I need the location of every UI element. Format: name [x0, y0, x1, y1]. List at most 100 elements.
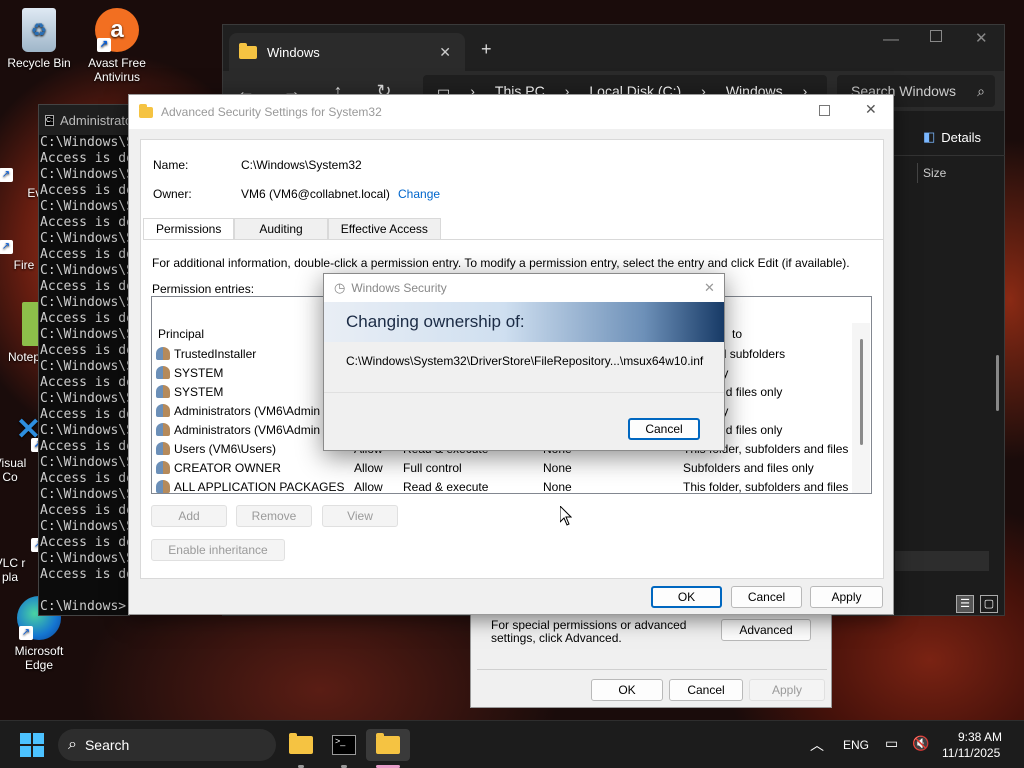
desktop-icon-avast[interactable]: a ↗ Avast Free Antivirus — [78, 8, 156, 84]
close-window-button[interactable]: ✕ — [975, 29, 988, 47]
user-group-icon — [156, 404, 170, 417]
enable-inheritance-button[interactable]: Enable inheritance — [151, 539, 285, 561]
taskbar-terminal[interactable]: >_ — [328, 729, 360, 761]
close-window-button[interactable]: ✕ — [865, 101, 877, 118]
user-group-icon — [156, 461, 170, 474]
horizontal-scrollbar[interactable] — [895, 551, 989, 571]
type-cell: Allow — [354, 461, 383, 475]
tabs-divider — [143, 239, 883, 240]
close-window-button[interactable]: ✕ — [704, 280, 715, 296]
principal-cell: TrustedInstaller — [174, 347, 257, 361]
command-prompt-window[interactable]: C: Administrator: Command Prompt C:\Wind… — [38, 104, 130, 616]
explorer-tab-windows[interactable]: Windows ✕ — [229, 33, 465, 71]
wsec-title: Windows Security — [351, 281, 447, 295]
tab-permissions[interactable]: Permissions — [143, 218, 235, 240]
wsec-heading: Changing ownership of: — [324, 302, 724, 342]
props-cancel-button[interactable]: Cancel — [669, 679, 743, 701]
owner-label: Owner: — [153, 187, 192, 201]
close-tab-icon[interactable]: ✕ — [439, 44, 451, 61]
tab-auditing[interactable]: Auditing — [234, 218, 328, 240]
adv-apply-button[interactable]: Apply — [810, 586, 883, 608]
owner-value: VM6 (VM6@collabnet.local) — [241, 187, 390, 201]
details-view-icon[interactable]: ☰ — [956, 595, 974, 613]
wsec-cancel-button[interactable]: Cancel — [628, 418, 700, 440]
column-header-principal[interactable]: Principal — [158, 327, 204, 341]
user-group-icon — [156, 347, 170, 360]
adv-tabs: Permissions Auditing Effective Access — [143, 218, 441, 240]
file-explorer-icon — [289, 733, 313, 754]
vertical-scrollbar[interactable] — [996, 355, 999, 411]
mouse-cursor-icon — [559, 504, 573, 529]
start-button[interactable] — [16, 729, 48, 761]
applies-to-cell: This folder, subfolders and files — [683, 480, 849, 494]
props-apply-button[interactable]: Apply — [749, 679, 825, 701]
user-group-icon — [156, 423, 170, 436]
principal-cell: SYSTEM — [174, 385, 224, 399]
name-label: Name: — [153, 158, 189, 172]
permission-entry-row[interactable]: CREATOR OWNER Allow Full control None Subfol… — [152, 459, 852, 478]
search-icon: ⌕ — [977, 82, 985, 99]
folder-icon — [239, 42, 257, 59]
vscode-icon: ✕↗ — [0, 408, 45, 452]
add-button[interactable]: Add — [151, 505, 227, 527]
permission-entry-row[interactable]: ALL APPLICATION PACKAGES Allow Read & exec… — [152, 478, 852, 494]
view-button[interactable]: View — [322, 505, 398, 527]
adv-cancel-button[interactable]: Cancel — [731, 586, 802, 608]
network-icon[interactable]: ▭ — [885, 735, 898, 752]
firefox-icon: ↗ — [0, 210, 41, 254]
toolbar-divider — [893, 155, 1005, 156]
column-header-applies-to[interactable]: to — [732, 327, 742, 341]
wsec-path: C:\Windows\System32\DriverStore\FileRepo… — [346, 354, 704, 368]
shortcut-arrow-icon: ↗ — [0, 168, 13, 182]
column-header-size[interactable]: Size — [923, 166, 946, 180]
details-label: Details — [941, 129, 982, 145]
taskbar-explorer-active[interactable] — [366, 729, 410, 761]
desktop-icon-label: VLC r pla — [0, 556, 26, 584]
adv-ok-button[interactable]: OK — [651, 586, 722, 608]
language-indicator[interactable]: ENG — [843, 738, 869, 752]
change-owner-link[interactable]: Change — [398, 187, 440, 201]
taskbar-search[interactable]: ⌕ Search — [58, 729, 276, 761]
shortcut-arrow-icon: ↗ — [0, 240, 13, 254]
vlc-icon: ↗ — [0, 508, 45, 552]
file-explorer-icon — [376, 733, 400, 754]
maximize-button[interactable] — [930, 30, 942, 42]
desktop-icon-recycle-bin[interactable]: ♻ Recycle Bin — [0, 8, 78, 70]
props-ok-button[interactable]: OK — [591, 679, 663, 701]
clock-date[interactable]: 11/11/2025 — [942, 746, 1000, 760]
desktop-icon-label: Microsoft Edge — [14, 644, 64, 672]
clock-time[interactable]: 9:38 AM — [958, 730, 1002, 744]
column-divider — [917, 163, 918, 183]
list-scrollbar-thumb[interactable] — [860, 339, 863, 445]
access-cell: Read & execute — [403, 480, 489, 494]
properties-dialog: For special permissions or advanced sett… — [470, 608, 832, 708]
taskbar: ⌕ Search >_ ︿ ENG ▭ 🔇 9:38 AM 11/11/2025 — [0, 720, 1024, 768]
new-tab-button[interactable]: + — [481, 39, 492, 60]
info-text: For additional information, double-click… — [152, 256, 850, 270]
minimize-button[interactable]: — — [883, 31, 899, 49]
tab-effective-access[interactable]: Effective Access — [327, 218, 441, 240]
cmd-title: Administrator: Command Prompt — [60, 112, 129, 128]
details-pane-icon: ◧ — [923, 129, 936, 144]
inherited-from-cell: None — [543, 461, 572, 475]
cmd-output: C:\Windows\System32> Access is denied. C… — [40, 135, 129, 614]
remove-button[interactable]: Remove — [236, 505, 312, 527]
desktop-icon-label: Avast Free Antivirus — [88, 56, 146, 84]
access-cell: Full control — [403, 461, 462, 475]
applies-to-cell: Subfolders and files only — [683, 461, 814, 475]
maximize-button[interactable] — [819, 105, 830, 116]
taskbar-file-explorer[interactable] — [285, 729, 317, 761]
chevron-up-icon[interactable]: ︿ — [810, 735, 824, 755]
shortcut-arrow-icon: ↗ — [97, 38, 111, 52]
recycle-bin-icon: ♻ — [22, 8, 56, 52]
clock-icon: ◷ — [334, 280, 346, 295]
principal-cell: Administrators (VM6\Admin — [174, 404, 321, 418]
props-info-text: For special permissions or advanced sett… — [491, 618, 687, 645]
inherited-from-cell: None — [543, 480, 572, 494]
tiles-view-icon[interactable]: ▢ — [980, 595, 998, 613]
volume-icon[interactable]: 🔇 — [912, 735, 929, 752]
permission-entries-label: Permission entries: — [152, 282, 255, 296]
details-button[interactable]: ◧ Details — [923, 129, 981, 145]
props-advanced-button[interactable]: Advanced — [721, 619, 811, 641]
folder-icon — [139, 103, 153, 118]
